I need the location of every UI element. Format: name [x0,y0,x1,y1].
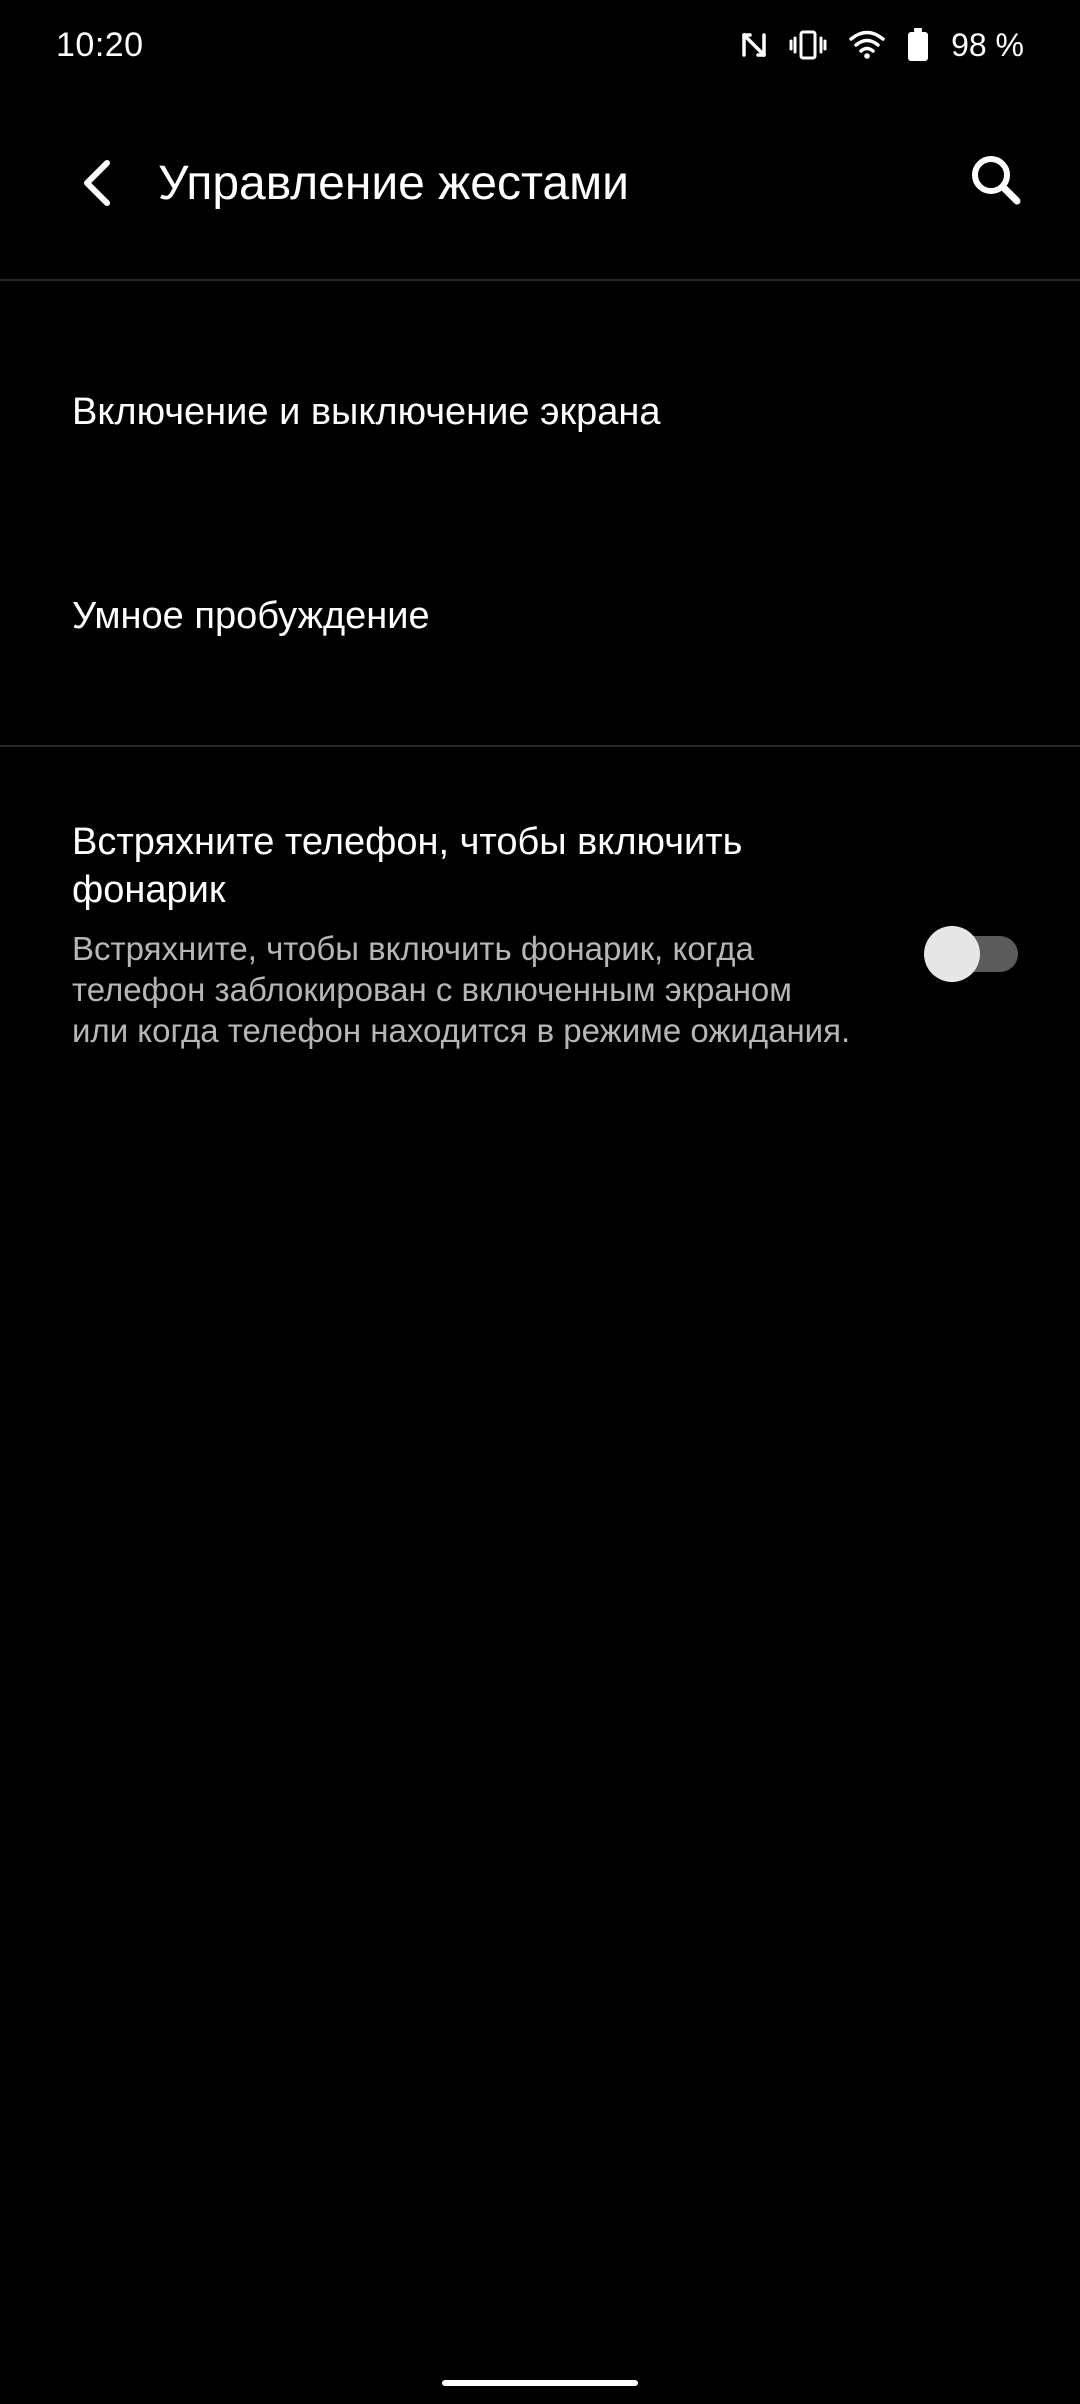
switch-thumb [924,926,980,982]
search-icon [969,153,1023,212]
back-button[interactable] [62,150,132,220]
list-item-shake-flashlight[interactable]: Встряхните телефон, чтобы включить фонар… [0,748,1080,1128]
nfc-icon [741,29,767,61]
shake-flashlight-title: Встряхните телефон, чтобы включить фонар… [72,821,743,911]
vibrate-icon [789,29,827,61]
shake-flashlight-switch[interactable] [924,926,1018,982]
list-item-screen-on-off[interactable]: Включение и выключение экрана [0,282,1080,482]
section-divider [0,745,1080,747]
battery-percentage: 98 % [951,27,1024,63]
list-item-title: Включение и выключение экрана [72,391,661,433]
status-icons: 98 % [741,24,1024,66]
list-item-smart-wake[interactable]: Умное пробуждение [0,482,1080,744]
list-item-title: Умное пробуждение [72,595,430,637]
app-bar-divider [0,279,1080,281]
page-title: Управление жестами [158,157,629,210]
home-indicator[interactable] [442,2380,638,2386]
status-time: 10:20 [56,26,144,64]
status-bar: 10:20 98 % [0,0,1080,90]
search-button[interactable] [960,146,1032,218]
shake-flashlight-description: Встряхните, чтобы включить фонарик, когд… [72,930,851,1049]
battery-icon [907,28,929,62]
wifi-icon [849,30,885,60]
chevron-left-icon [77,157,117,214]
app-bar: Управление жестами [0,90,1080,280]
